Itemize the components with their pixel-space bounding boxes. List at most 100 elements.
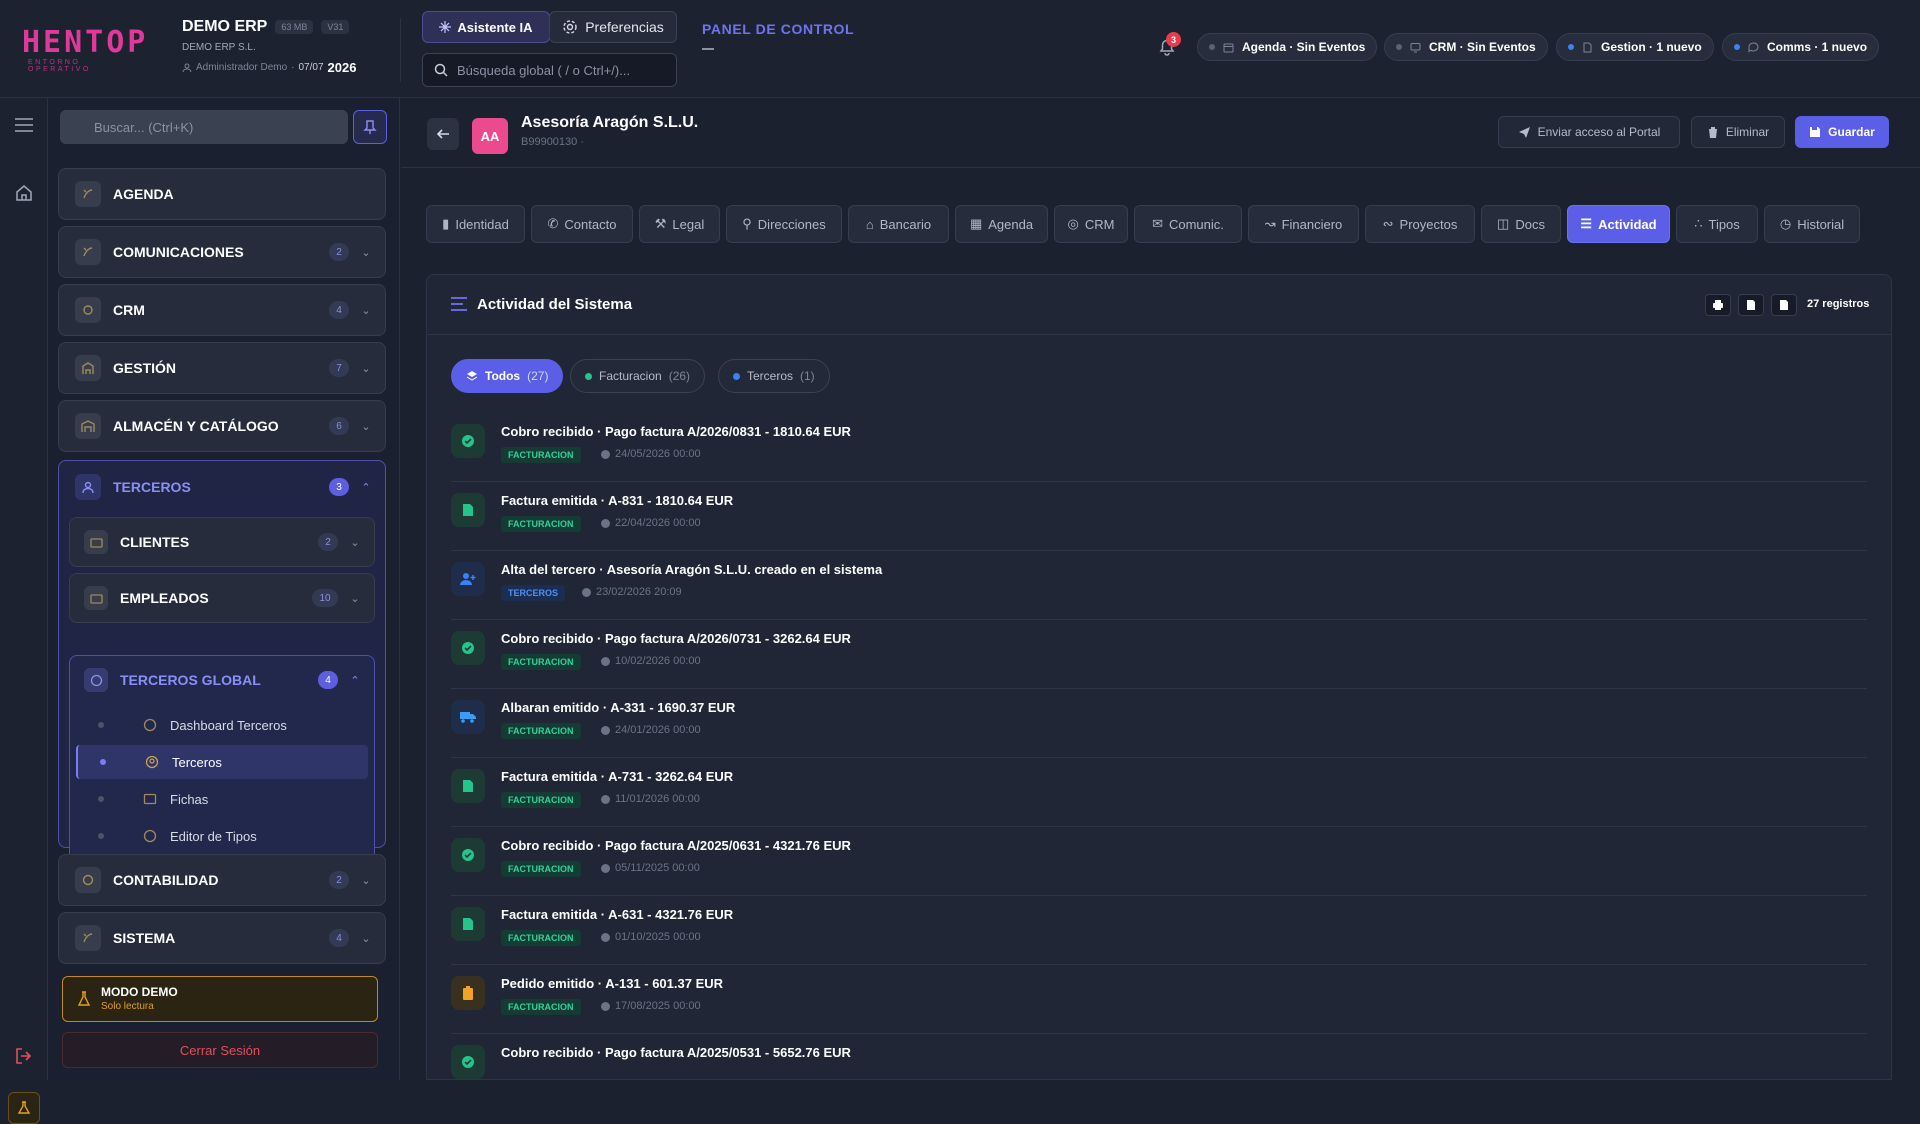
tab-agenda[interactable]: ▦ Agenda	[955, 205, 1048, 243]
status-dot	[585, 372, 592, 380]
activity-item[interactable]: Pedido emitido · A-131 - 601.37 EUR FACT…	[451, 965, 1867, 1034]
sidebar-module-comunicaciones[interactable]: COMUNICACIONES 2 ⌄	[58, 226, 386, 278]
status-dot	[1396, 44, 1402, 50]
chevron-down-icon: ⌄	[361, 420, 371, 433]
preferences-button[interactable]: Preferencias	[549, 11, 677, 43]
tab-tipos[interactable]: ∴ Tipos	[1676, 205, 1758, 243]
activity-title: Pedido emitido · A-131 - 601.37 EUR	[501, 976, 724, 991]
logout-icon[interactable]	[13, 1045, 35, 1067]
tab-financiero[interactable]: ↝ Financiero	[1248, 205, 1359, 243]
activity-title: Cobro recibido · Pago factura A/2025/063…	[501, 838, 851, 853]
export-pdf-button[interactable]	[1738, 294, 1764, 316]
tab-bancario[interactable]: ⌂ Bancario	[848, 205, 949, 243]
sidebar-leaf-terceros[interactable]: Terceros	[76, 745, 368, 779]
module-count: 3	[329, 478, 349, 496]
pin-sidebar-button[interactable]	[353, 110, 387, 144]
logout-button[interactable]: Cerrar Sesión	[62, 1032, 378, 1068]
activity-item[interactable]: Cobro recibido · Pago factura A/2026/083…	[451, 413, 1867, 482]
sidebar-module-crm[interactable]: CRM 4 ⌄	[58, 284, 386, 336]
activity-item[interactable]: Cobro recibido · Pago factura A/2026/073…	[451, 620, 1867, 689]
chevron-down-icon: ⌄	[361, 932, 371, 945]
sidebar-module-agenda[interactable]: AGENDA	[58, 168, 386, 220]
clock-icon	[582, 587, 591, 597]
menu-icon[interactable]	[13, 114, 35, 136]
tab-label: Proyectos	[1399, 216, 1458, 232]
chip-crm[interactable]: CRM · Sin Eventos	[1384, 33, 1548, 61]
sub-count: 4	[318, 671, 338, 689]
tab-label: Identidad	[455, 216, 509, 232]
phone-icon: ✆	[547, 216, 559, 231]
check-circle-icon	[451, 631, 485, 665]
filter-terceros[interactable]: Terceros (1)	[718, 359, 830, 393]
record-tabs: ▮ Identidad ✆ Contacto ⚒ Legal ⚲ Direcciones…	[426, 205, 1886, 243]
tab-actividad[interactable]: ☰ Actividad	[1567, 205, 1670, 243]
export-excel-button[interactable]	[1771, 294, 1797, 316]
check-circle-icon	[451, 838, 485, 872]
tab-docs[interactable]: ◫ Docs	[1481, 205, 1561, 243]
clock-icon	[601, 932, 610, 942]
global-search-input[interactable]: Búsqueda global ( / o Ctrl+/)...	[422, 53, 677, 87]
tab-historial[interactable]: ◷ Historial	[1764, 205, 1860, 243]
sidebar-search-input[interactable]: Buscar... (Ctrl+K)	[60, 110, 348, 144]
sidebar-leaf-editor-tipos[interactable]: Editor de Tipos	[76, 819, 368, 853]
ai-assistant-button[interactable]: Asistente IA	[422, 11, 550, 43]
sidebar-module-gestion[interactable]: GESTIÓN 7 ⌄	[58, 342, 386, 394]
leaf-dot	[100, 759, 106, 765]
sidebar-module-sistema[interactable]: SISTEMA 4 ⌄	[58, 912, 386, 964]
activity-item[interactable]: Cobro recibido · Pago factura A/2025/053…	[451, 1034, 1867, 1079]
document-icon	[451, 907, 485, 941]
chip-gestion[interactable]: Gestion · 1 nuevo	[1556, 33, 1714, 61]
print-button[interactable]	[1705, 294, 1731, 316]
chip-comms[interactable]: Comms · 1 nuevo	[1722, 33, 1880, 61]
clock-icon	[601, 1001, 610, 1011]
module-label: SISTEMA	[113, 930, 176, 946]
filter-facturacion[interactable]: Facturacion (26)	[570, 359, 706, 393]
folder-icon: ◫	[1497, 216, 1510, 231]
tab-contacto[interactable]: ✆ Contacto	[531, 205, 633, 243]
terceros-header[interactable]: TERCEROS 3 ⌃	[59, 461, 385, 513]
record-header: AA Asesoría Aragón S.L.U. B99900130 · En…	[401, 98, 1920, 168]
sidebar-leaf-fichas[interactable]: Fichas	[76, 782, 368, 816]
top-bar: HENTOP ENTORNO OPERATIVO DEMO ERP 63 MB …	[0, 0, 1920, 98]
document-icon	[1583, 42, 1592, 52]
activity-item[interactable]: Alta del tercero · Asesoría Aragón S.L.U…	[451, 551, 1867, 620]
tab-legal[interactable]: ⚒ Legal	[639, 205, 720, 243]
send-portal-button[interactable]: Enviar acceso al Portal	[1498, 116, 1680, 148]
activity-item[interactable]: Albaran emitido · A-331 - 1690.37 EUR FA…	[451, 689, 1867, 758]
module-count: 4	[329, 929, 349, 947]
terceros-global-header[interactable]: TERCEROS GLOBAL 4 ⌃	[70, 656, 374, 704]
sidebar-leaf-dashboard-terceros[interactable]: Dashboard Terceros	[76, 708, 368, 742]
activity-date-text: 23/02/2026 20:09	[596, 586, 682, 598]
module-label: ALMACÉN Y CATÁLOGO	[113, 418, 279, 434]
activity-title: Cobro recibido · Pago factura A/2026/083…	[501, 424, 851, 439]
save-button[interactable]: Guardar	[1795, 116, 1889, 148]
activity-date: 24/01/2026 00:00	[601, 724, 701, 736]
sidebar-sub-clientes[interactable]: CLIENTES 2 ⌄	[69, 517, 375, 567]
sidebar-module-contabilidad[interactable]: CONTABILIDAD 2 ⌄	[58, 854, 386, 906]
tab-identidad[interactable]: ▮ Identidad	[426, 205, 525, 243]
tab-crm[interactable]: ◎ CRM	[1054, 205, 1128, 243]
tab-label: CRM	[1084, 216, 1115, 232]
activity-item[interactable]: Factura emitida · A-831 - 1810.64 EUR FA…	[451, 482, 1867, 551]
demo-mode-icon[interactable]	[8, 1092, 40, 1124]
tab-comunic[interactable]: ✉ Comunic.	[1134, 205, 1242, 243]
delete-button[interactable]: Eliminar	[1691, 116, 1785, 148]
tab-direcciones[interactable]: ⚲ Direcciones	[726, 205, 842, 243]
activity-date: 23/02/2026 20:09	[582, 586, 682, 598]
filter-todos[interactable]: Todos (27)	[451, 359, 564, 393]
chevron-up-icon: ⌃	[350, 674, 360, 687]
chip-agenda[interactable]: Agenda · Sin Eventos	[1197, 33, 1378, 61]
tab-label: Legal	[672, 216, 705, 232]
activity-item[interactable]: Factura emitida · A-631 - 4321.76 EUR FA…	[451, 896, 1867, 965]
tab-proyectos[interactable]: ∾ Proyectos	[1365, 205, 1475, 243]
panel-title[interactable]: PANEL DE CONTROL	[702, 21, 854, 37]
brand-logo[interactable]: HENTOP ENTORNO OPERATIVO	[22, 28, 145, 74]
sidebar-module-almacen[interactable]: ALMACÉN Y CATÁLOGO 6 ⌄	[58, 400, 386, 452]
filter-label: Todos	[485, 369, 521, 383]
activity-item[interactable]: Cobro recibido · Pago factura A/2025/063…	[451, 827, 1867, 896]
back-button[interactable]	[427, 118, 459, 150]
module-label: GESTIÓN	[113, 360, 177, 376]
sidebar-sub-empleados[interactable]: EMPLEADOS 10 ⌄	[69, 573, 375, 623]
activity-item[interactable]: Factura emitida · A-731 - 3262.64 EUR FA…	[451, 758, 1867, 827]
home-icon[interactable]	[13, 182, 35, 204]
